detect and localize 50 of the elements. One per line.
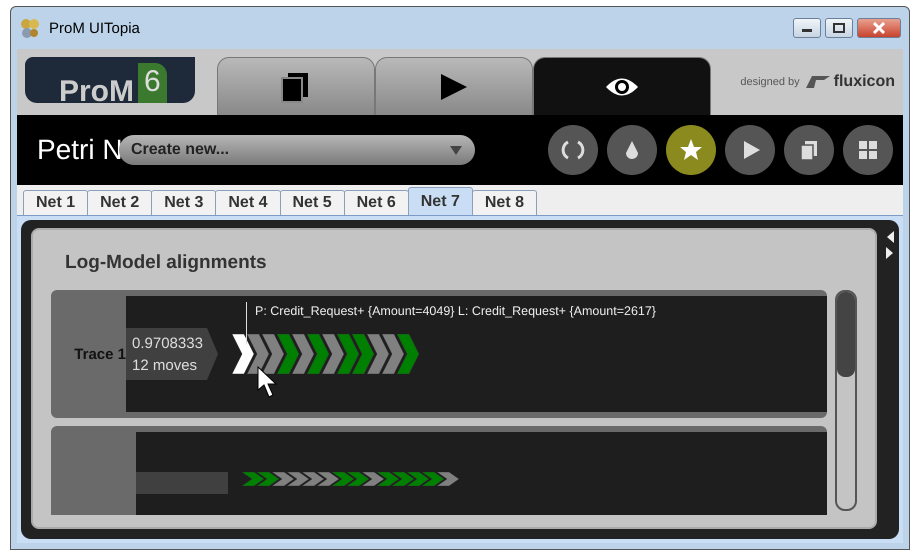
- toolbar-button[interactable]: [548, 125, 598, 175]
- window-title: ProM UITopia: [49, 20, 140, 36]
- credit-text: designed by: [740, 76, 800, 88]
- toolbar-button[interactable]: [843, 125, 893, 175]
- panel-title: Log-Model alignments: [64, 251, 268, 275]
- toolbar-button[interactable]: [666, 125, 716, 175]
- maximize-button[interactable]: [825, 18, 853, 38]
- net-tab[interactable]: Net 2: [87, 190, 152, 215]
- scroll-thumb[interactable]: [837, 292, 855, 377]
- move-chevron[interactable]: [246, 334, 270, 374]
- net-tab[interactable]: Net 4: [215, 190, 280, 215]
- net-tab[interactable]: Net 1: [23, 190, 88, 215]
- close-button[interactable]: [857, 18, 901, 38]
- fitness-value: 0.9708333: [132, 334, 204, 352]
- drop-icon: [626, 141, 638, 159]
- close-icon: [872, 22, 886, 34]
- net-tab[interactable]: Net 5: [280, 190, 345, 215]
- copy-icon: [281, 72, 308, 102]
- perspective-tab[interactable]: [375, 57, 533, 115]
- toolbar-button[interactable]: [725, 125, 775, 175]
- net-tab[interactable]: Net 8: [472, 190, 537, 215]
- prom-logo: ProM 6: [25, 57, 195, 103]
- net-tab[interactable]: Net 6: [344, 190, 409, 215]
- perspective-tab[interactable]: [533, 57, 711, 115]
- play-icon: [744, 141, 760, 159]
- grid-icon: [859, 141, 877, 159]
- minimize-button[interactable]: [793, 18, 821, 38]
- cursor-icon: [256, 366, 278, 400]
- app-icon: [19, 17, 41, 39]
- copy-icon: [800, 141, 817, 161]
- perspective-tab[interactable]: [217, 57, 375, 115]
- collapse-left-icon[interactable]: [885, 230, 895, 244]
- refresh-icon: [562, 140, 584, 160]
- maximize-icon: [833, 23, 845, 33]
- net-tab[interactable]: Net 3: [151, 190, 216, 215]
- eye-icon: [606, 78, 638, 95]
- create-dropdown[interactable]: Create new...: [119, 135, 475, 165]
- scrollbar[interactable]: [835, 290, 857, 511]
- collapse-right-icon[interactable]: [885, 246, 895, 260]
- trace-name: Trace 1: [73, 344, 126, 364]
- star-icon: [680, 139, 702, 160]
- move-count: 12 moves: [132, 356, 198, 374]
- toolbar-button[interactable]: [784, 125, 834, 175]
- move-chevron[interactable]: [232, 334, 254, 374]
- toolbar-button[interactable]: [607, 125, 657, 175]
- wing-icon: [804, 74, 830, 90]
- brand-name: fluxicon: [834, 73, 895, 91]
- net-tab[interactable]: Net 7: [408, 187, 473, 215]
- play-icon: [441, 74, 467, 100]
- caret-icon: [449, 144, 463, 156]
